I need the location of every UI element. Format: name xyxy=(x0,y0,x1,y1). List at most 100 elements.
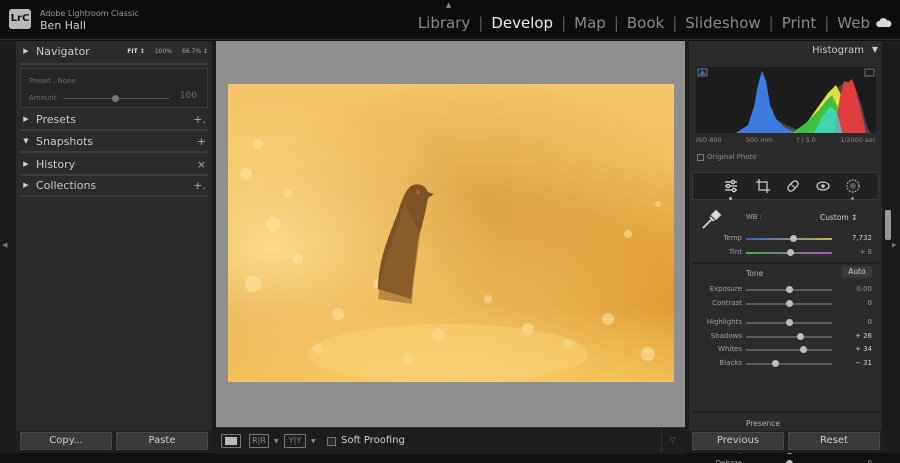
right-panel-scrollbar[interactable] xyxy=(885,210,891,240)
toolbar-menu[interactable]: ▽ xyxy=(661,430,685,452)
collapse-triangle-icon: ▼ xyxy=(23,137,29,145)
tint-slider-thumb[interactable] xyxy=(787,249,795,256)
right-panel: Histogram ▼ ISO 800 500 mm f / 5.0 1/200… xyxy=(689,41,882,463)
whites-value[interactable]: + 34 xyxy=(832,345,872,353)
expand-triangle-icon: ▶ xyxy=(23,115,29,123)
tool-indicator-dot xyxy=(851,197,854,200)
temp-slider-thumb[interactable] xyxy=(789,235,797,242)
blacks-slider-thumb[interactable] xyxy=(772,359,780,367)
before-after-tb-button[interactable]: Y|Y xyxy=(284,434,306,448)
focal-length: 500 mm xyxy=(745,136,773,144)
whites-slider-track[interactable] xyxy=(746,349,832,351)
module-picker: Library | Develop | Map | Book | Slidesh… xyxy=(418,14,870,32)
chevron-down-icon: ▽ xyxy=(670,436,676,444)
histogram-header[interactable]: Histogram ▼ xyxy=(689,41,882,61)
wb-dropdown[interactable]: Custom ↕ xyxy=(820,213,857,222)
auto-tone-button[interactable]: Auto xyxy=(842,266,872,278)
basic-panel: WB : Custom ↕ Temp 7,732 Tint + 8 Tone A… xyxy=(692,206,879,463)
loupe-view-button[interactable] xyxy=(221,434,241,448)
top-bar: LrC Adobe Lightroom Classic Ben Hall ▲ L… xyxy=(0,0,900,40)
navigator-zoom-options: FIT ↕ 100% 66.7% ↕ xyxy=(127,41,208,61)
dropdown-arrow-icon[interactable]: ▼ xyxy=(274,438,279,445)
paste-button[interactable]: Paste xyxy=(116,432,208,450)
module-separator: | xyxy=(672,14,678,32)
highlights-slider-thumb[interactable] xyxy=(785,319,793,326)
amount-value: 100 xyxy=(179,91,197,101)
shutter-speed: 1/2000 sec xyxy=(840,136,876,144)
blacks-value[interactable]: − 31 xyxy=(832,359,872,367)
photo-red-grouse[interactable] xyxy=(228,84,674,382)
section-divider xyxy=(692,262,879,264)
module-slideshow[interactable]: Slideshow xyxy=(685,14,760,32)
panel-divider xyxy=(20,63,208,65)
add-preset-icon[interactable]: +. xyxy=(193,113,206,126)
redeye-icon[interactable] xyxy=(815,178,831,194)
module-separator: | xyxy=(561,14,567,32)
user-name: Ben Hall xyxy=(40,19,86,32)
image-canvas[interactable] xyxy=(216,41,685,427)
healing-icon[interactable] xyxy=(785,178,801,194)
amount-slider-thumb[interactable] xyxy=(112,95,119,102)
expand-triangle-icon: ▶ xyxy=(23,181,29,189)
copy-button[interactable]: Copy... xyxy=(20,432,112,450)
preset-label: Preset : None xyxy=(29,77,76,85)
panel-divider xyxy=(20,195,208,197)
temp-value[interactable]: 7,732 xyxy=(832,234,872,242)
histogram-graph[interactable] xyxy=(696,67,876,133)
left-bottom-bar: Copy... Paste xyxy=(16,431,212,453)
module-book[interactable]: Book xyxy=(627,14,664,32)
dehaze-label: Dehaze xyxy=(715,459,742,463)
right-panel-scroll-track[interactable] xyxy=(884,207,892,427)
module-develop[interactable]: Develop xyxy=(491,14,553,32)
collapse-left-arrow-icon[interactable]: ◀ xyxy=(2,241,7,249)
contrast-slider-thumb[interactable] xyxy=(785,299,793,307)
module-print[interactable]: Print xyxy=(782,14,817,32)
cloud-icon[interactable] xyxy=(876,18,892,27)
snapshots-header[interactable]: ▼ Snapshots + xyxy=(16,131,212,151)
preset-amount-box: Preset : None Amount 100 xyxy=(20,68,208,108)
exposure-label: Exposure xyxy=(709,285,742,293)
blacks-slider-track[interactable] xyxy=(746,362,832,365)
dehaze-value[interactable]: 0 xyxy=(832,459,872,463)
whites-label: Whites xyxy=(717,345,742,353)
zoom-fit[interactable]: FIT ↕ xyxy=(127,48,145,55)
expand-triangle-icon: ▶ xyxy=(23,160,29,168)
previous-button[interactable]: Previous xyxy=(692,432,784,450)
exposure-slider-thumb[interactable] xyxy=(785,286,793,293)
shadows-value[interactable]: + 26 xyxy=(832,332,872,340)
reset-button[interactable]: Reset xyxy=(788,432,880,450)
histogram-title: Histogram xyxy=(812,45,864,56)
soft-proofing-checkbox[interactable] xyxy=(327,437,336,446)
history-header[interactable]: ▶ History × xyxy=(16,154,212,174)
add-collection-icon[interactable]: +. xyxy=(193,179,206,192)
contrast-label: Contrast xyxy=(712,298,742,307)
exposure-value[interactable]: 0.00 xyxy=(832,285,872,293)
collections-title: Collections xyxy=(36,178,97,192)
sliders-icon[interactable] xyxy=(723,178,739,194)
zoom-100[interactable]: 100% xyxy=(155,48,172,55)
before-after-lr-button[interactable]: R|R xyxy=(249,434,269,448)
original-photo-label: Original Photo xyxy=(707,153,757,161)
tint-value[interactable]: + 8 xyxy=(832,248,872,256)
tint-label: Tint xyxy=(728,248,742,256)
module-library[interactable]: Library xyxy=(418,14,470,32)
crop-icon[interactable] xyxy=(755,178,771,194)
collapse-top-arrow-icon[interactable]: ▲ xyxy=(446,1,451,9)
contrast-value[interactable]: 0 xyxy=(832,299,872,307)
whites-slider-thumb[interactable] xyxy=(800,346,808,353)
presets-header[interactable]: ▶ Presets +. xyxy=(16,109,212,129)
zoom-66[interactable]: 66.7% ↕ xyxy=(182,48,208,55)
collections-header[interactable]: ▶ Collections +. xyxy=(16,175,212,195)
module-web[interactable]: Web xyxy=(837,14,870,32)
mask-icon[interactable] xyxy=(845,178,861,194)
dropdown-arrow-icon[interactable]: ▼ xyxy=(311,438,316,445)
highlights-value[interactable]: 0 xyxy=(832,318,872,326)
shadows-slider-track[interactable] xyxy=(746,335,832,338)
shadows-slider-thumb[interactable] xyxy=(796,332,804,340)
module-map[interactable]: Map xyxy=(574,14,606,32)
original-photo-checkbox[interactable] xyxy=(697,154,704,161)
navigator-header[interactable]: ▶ Navigator FIT ↕ 100% 66.7% ↕ xyxy=(16,41,212,61)
clear-history-icon[interactable]: × xyxy=(197,158,206,171)
develop-toolbar: R|R ▼ Y|Y ▼ Soft Proofing ▽ xyxy=(216,427,685,454)
add-snapshot-icon[interactable]: + xyxy=(197,135,206,148)
